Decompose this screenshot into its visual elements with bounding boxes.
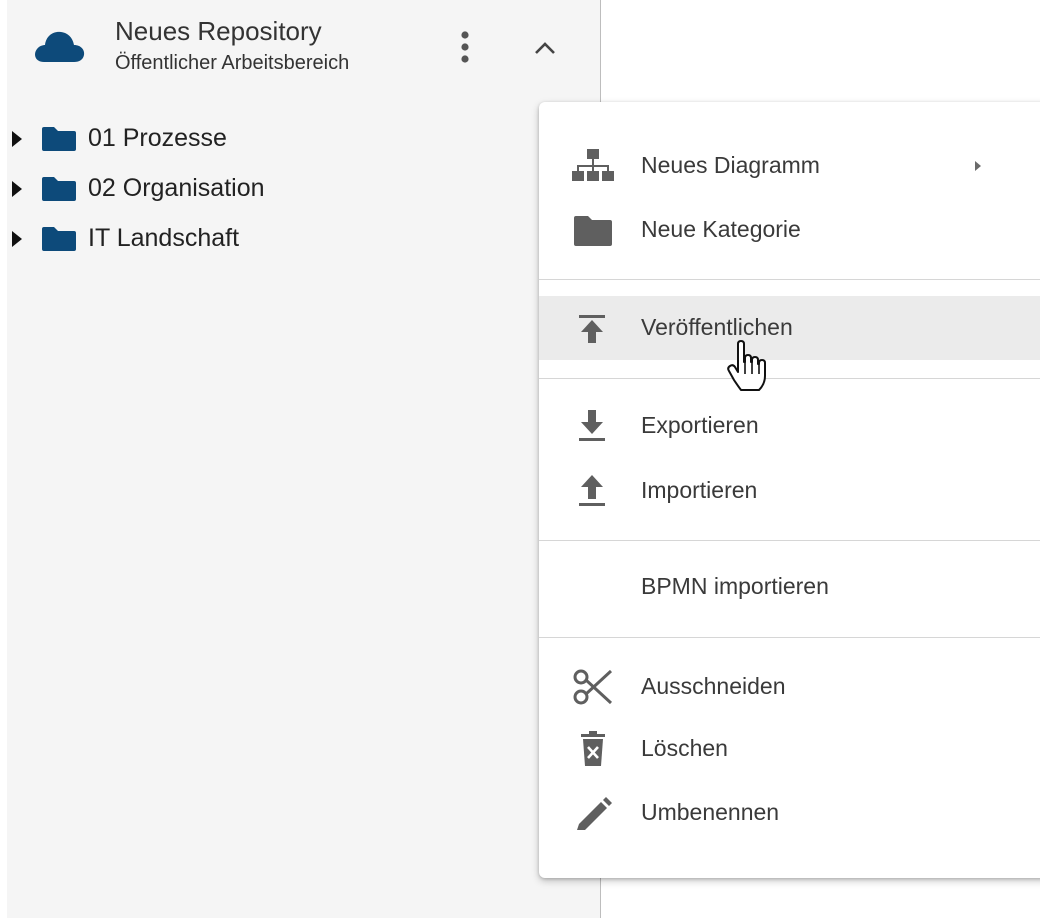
menu-item-label: Neues Diagramm xyxy=(641,152,820,178)
menu-item-new-diagram[interactable]: Neues Diagramm xyxy=(539,134,1040,198)
menu-item-label: Veröffentlichen xyxy=(641,314,793,340)
category-tree: 01 Prozesse 02 Organisation IT Landschaf xyxy=(7,114,600,264)
menu-item-label: Löschen xyxy=(641,735,728,761)
more-options-button[interactable] xyxy=(447,22,483,72)
menu-item-new-category[interactable]: Neue Kategorie xyxy=(539,198,1040,262)
menu-item-cut[interactable]: Ausschneiden xyxy=(539,655,1040,719)
menu-divider xyxy=(539,279,1040,280)
menu-item-export[interactable]: Exportieren xyxy=(539,394,1040,458)
trash-icon xyxy=(581,731,605,766)
tree-item-label: 02 Organisation xyxy=(88,174,265,202)
folder-icon xyxy=(42,127,76,151)
menu-item-label: Exportieren xyxy=(641,412,759,438)
menu-item-label: Neue Kategorie xyxy=(641,216,801,242)
menu-item-label: BPMN importieren xyxy=(641,573,829,599)
menu-item-bpmn-import[interactable]: BPMN importieren xyxy=(539,555,1040,619)
menu-divider xyxy=(539,378,1040,379)
more-vertical-icon xyxy=(461,31,469,63)
upload-icon xyxy=(579,475,605,506)
sitemap-icon xyxy=(572,149,614,181)
repository-header[interactable]: Neues Repository Öffentlicher Arbeitsber… xyxy=(7,0,600,100)
submenu-arrow-icon xyxy=(975,161,981,171)
tree-item-label: IT Landschaft xyxy=(88,224,240,252)
chevron-up-icon xyxy=(535,42,555,54)
context-menu: Neues Diagramm Neue Kategorie Veröffentl… xyxy=(539,102,1040,878)
folder-icon xyxy=(42,227,76,251)
tree-item[interactable]: 02 Organisation xyxy=(7,164,600,214)
caret-right-icon[interactable] xyxy=(11,130,23,148)
menu-item-label: Umbenennen xyxy=(641,799,780,825)
folder-icon xyxy=(42,177,76,201)
pencil-icon xyxy=(577,797,612,830)
scissors-icon xyxy=(573,669,613,705)
repository-title: Neues Repository xyxy=(115,16,322,46)
menu-item-publish[interactable]: Veröffentlichen xyxy=(539,296,1040,360)
repository-subtitle: Öffentlicher Arbeitsbereich xyxy=(115,52,350,74)
menu-item-import[interactable]: Importieren xyxy=(539,459,1040,523)
tree-item-label: 01 Prozesse xyxy=(88,124,227,152)
page: Neues Repository Öffentlicher Arbeitsber… xyxy=(0,0,1040,918)
cloud-icon xyxy=(35,31,85,62)
folder-icon xyxy=(574,216,612,246)
repository-panel: Neues Repository Öffentlicher Arbeitsber… xyxy=(7,0,601,918)
menu-item-label: Ausschneiden xyxy=(641,673,786,699)
tree-item[interactable]: 01 Prozesse xyxy=(7,114,600,164)
caret-right-icon[interactable] xyxy=(11,180,23,198)
publish-icon xyxy=(579,315,605,343)
tree-item[interactable]: IT Landschaft xyxy=(7,214,600,264)
caret-right-icon[interactable] xyxy=(11,230,23,248)
menu-item-rename[interactable]: Umbenennen xyxy=(539,781,1040,845)
collapse-button[interactable] xyxy=(525,28,565,68)
download-icon xyxy=(579,410,605,441)
menu-divider xyxy=(539,637,1040,638)
menu-item-label: Importieren xyxy=(641,477,758,503)
menu-divider xyxy=(539,540,1040,541)
menu-item-delete[interactable]: Löschen xyxy=(539,717,1040,781)
